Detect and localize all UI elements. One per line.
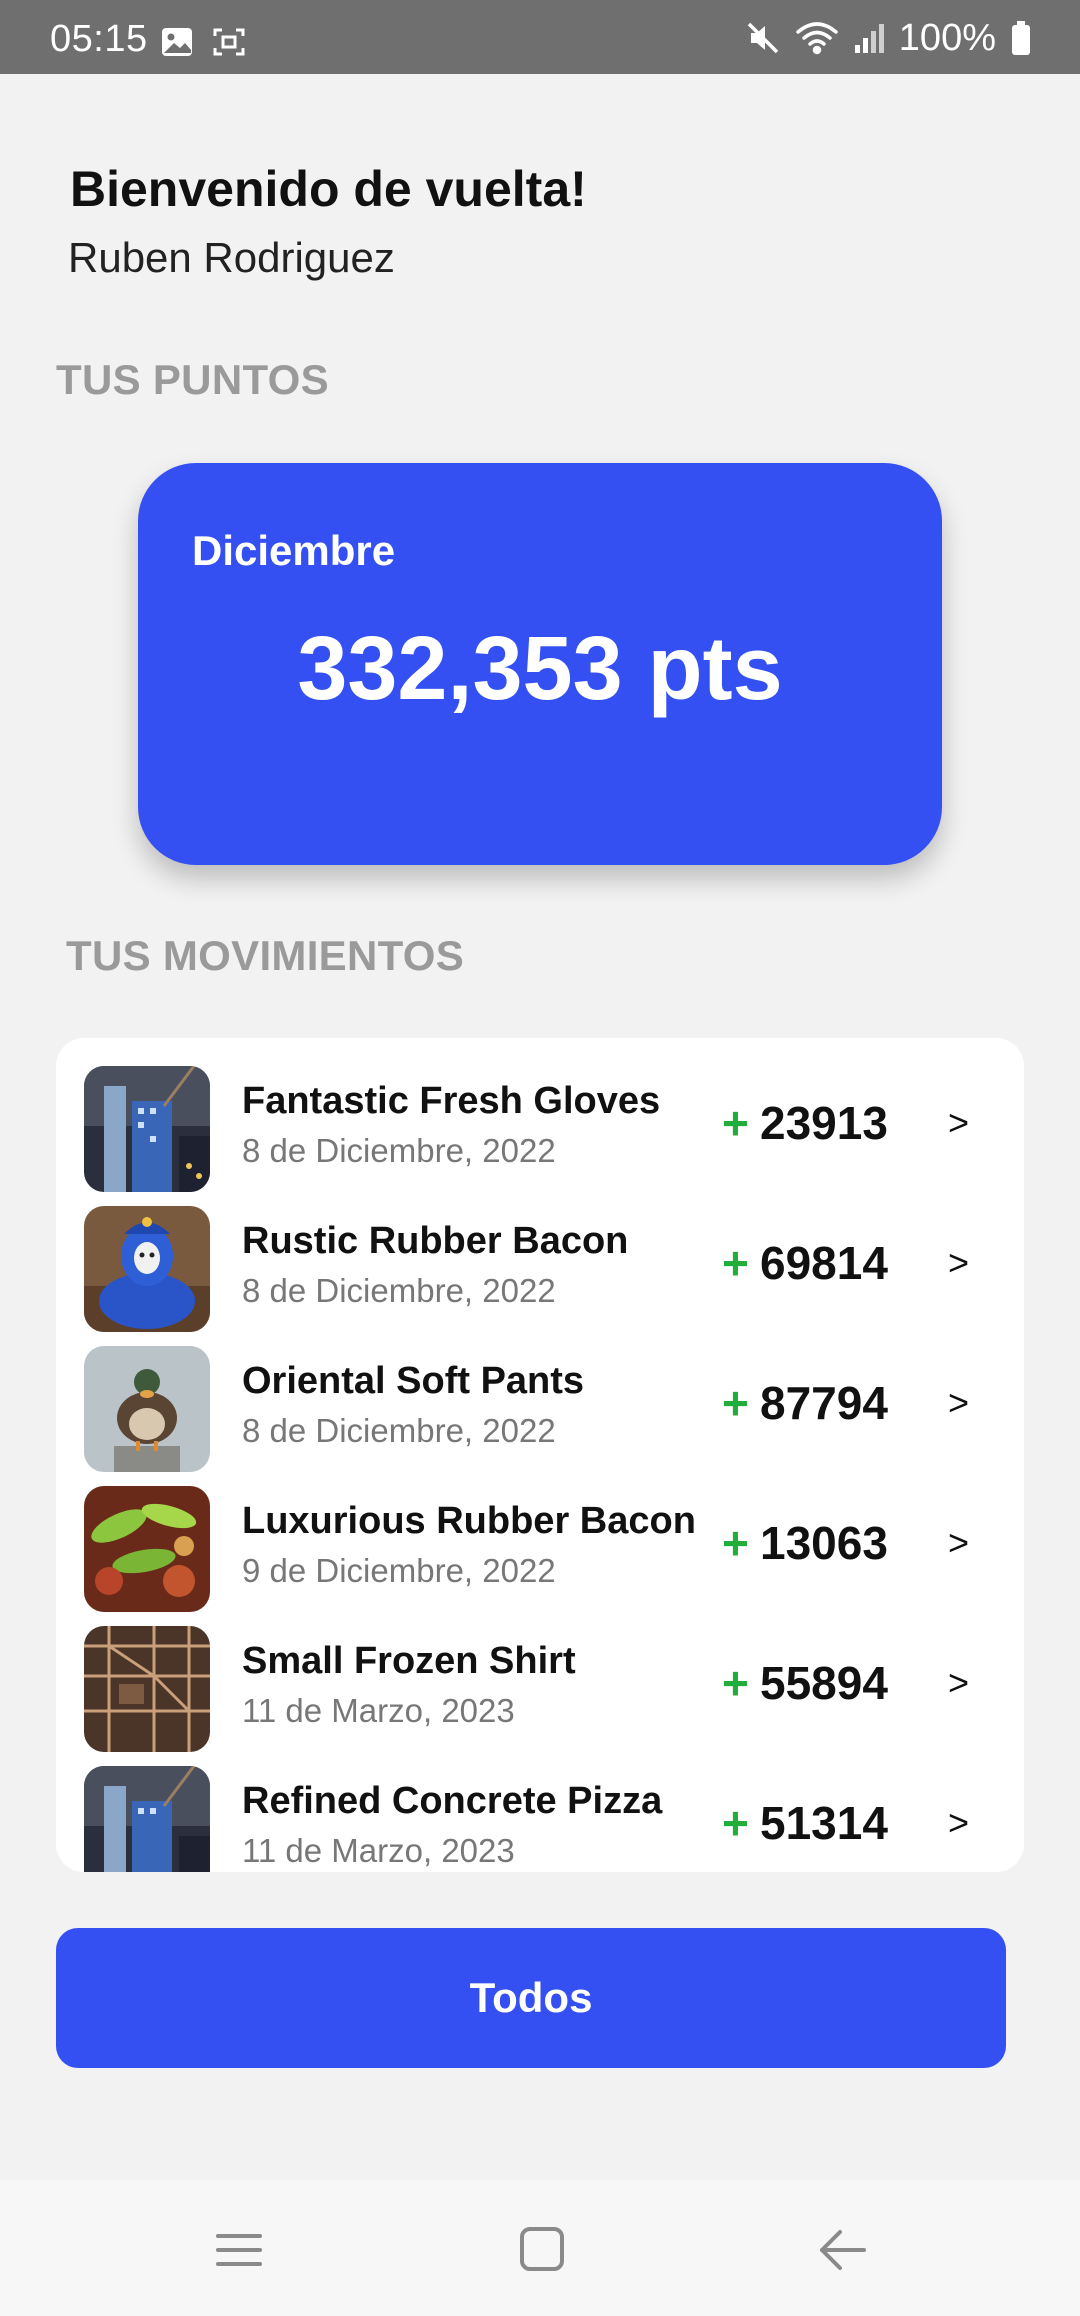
plus-sign: + xyxy=(722,1237,749,1289)
system-nav-bar xyxy=(0,2180,1080,2316)
movements-list[interactable]: Fantastic Fresh Gloves 8 de Diciembre, 2… xyxy=(56,1038,1024,1872)
movement-name: Fantastic Fresh Gloves xyxy=(242,1080,661,1122)
food-image xyxy=(84,1486,210,1612)
carnival-costume-image xyxy=(84,1206,210,1332)
movement-row[interactable]: Oriental Soft Pants 8 de Diciembre, 2022… xyxy=(56,1346,1024,1486)
status-bar: 05:15 100% xyxy=(0,0,1080,74)
movement-amount: 23913 xyxy=(760,1097,888,1149)
movement-row[interactable]: Luxurious Rubber Bacon 9 de Diciembre, 2… xyxy=(56,1486,1024,1626)
signal-icon xyxy=(853,21,885,55)
battery-percent: 100% xyxy=(898,16,996,59)
movement-amount: 51314 xyxy=(760,1797,888,1849)
user-name: Ruben Rodriguez xyxy=(68,234,395,281)
movement-date: 8 de Diciembre, 2022 xyxy=(242,1272,556,1309)
movement-name: Small Frozen Shirt xyxy=(242,1640,576,1682)
image-icon xyxy=(160,26,194,58)
movement-row[interactable]: Small Frozen Shirt 11 de Marzo, 2023 + 5… xyxy=(56,1626,1024,1766)
points-month: Diciembre xyxy=(192,527,396,574)
movement-row[interactable]: Fantastic Fresh Gloves 8 de Diciembre, 2… xyxy=(56,1066,1024,1206)
mute-icon xyxy=(745,20,781,56)
chevron-right-icon[interactable]: > xyxy=(948,1382,969,1424)
points-card[interactable]: Diciembre 332,353 pts xyxy=(138,463,942,865)
chevron-right-icon[interactable]: > xyxy=(948,1522,969,1564)
points-total: 332,353 pts xyxy=(297,619,783,719)
industrial-image xyxy=(84,1626,210,1752)
movement-amount: 13063 xyxy=(760,1517,888,1569)
movement-row[interactable]: Rustic Rubber Bacon 8 de Diciembre, 2022… xyxy=(56,1206,1024,1346)
chevron-right-icon[interactable]: > xyxy=(948,1102,969,1144)
chevron-right-icon[interactable]: > xyxy=(948,1242,969,1284)
duck-image xyxy=(84,1346,210,1472)
chevron-right-icon[interactable]: > xyxy=(948,1802,969,1844)
welcome-title: Bienvenido de vuelta! xyxy=(70,161,587,217)
movement-name: Oriental Soft Pants xyxy=(242,1360,585,1402)
city-tower-image xyxy=(84,1066,210,1192)
wifi-icon xyxy=(795,20,839,56)
movement-amount: 69814 xyxy=(760,1237,888,1289)
points-section-label: TUS PUNTOS xyxy=(56,356,329,403)
movement-name: Luxurious Rubber Bacon xyxy=(242,1500,696,1542)
chevron-right-icon[interactable]: > xyxy=(948,1662,969,1704)
movement-name: Rustic Rubber Bacon xyxy=(242,1220,629,1262)
plus-sign: + xyxy=(722,1517,749,1569)
movements-section-label: TUS MOVIMIENTOS xyxy=(66,932,465,979)
movement-row[interactable]: Refined Concrete Pizza 11 de Marzo, 2023… xyxy=(56,1766,1024,1872)
movement-name: Refined Concrete Pizza xyxy=(242,1780,663,1822)
back-icon[interactable] xyxy=(808,2220,878,2280)
plus-sign: + xyxy=(722,1377,749,1429)
movement-date: 11 de Marzo, 2023 xyxy=(242,1832,515,1869)
plus-sign: + xyxy=(722,1797,749,1849)
movement-date: 8 de Diciembre, 2022 xyxy=(242,1132,556,1169)
screenshot-icon xyxy=(212,26,246,58)
plus-sign: + xyxy=(722,1657,749,1709)
all-movements-button[interactable]: Todos xyxy=(56,1928,1006,2068)
battery-icon xyxy=(1010,20,1032,56)
movement-date: 8 de Diciembre, 2022 xyxy=(242,1412,556,1449)
plus-sign: + xyxy=(722,1097,749,1149)
recent-apps-icon[interactable] xyxy=(204,2220,274,2280)
status-time: 05:15 xyxy=(50,18,148,60)
movement-date: 11 de Marzo, 2023 xyxy=(242,1692,515,1729)
home-icon[interactable] xyxy=(508,2220,578,2280)
movement-amount: 87794 xyxy=(760,1377,888,1429)
movement-amount: 55894 xyxy=(760,1657,888,1709)
city-tower-image xyxy=(84,1766,210,1872)
movement-date: 9 de Diciembre, 2022 xyxy=(242,1552,556,1589)
